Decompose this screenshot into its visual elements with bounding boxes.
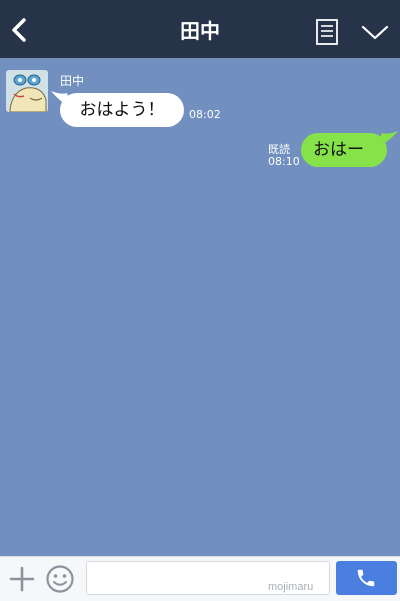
notes-button[interactable]	[313, 18, 341, 46]
cartoon-avatar-icon	[6, 70, 48, 112]
chevron-down-icon	[361, 25, 389, 40]
message-composer: mojimaru	[0, 556, 400, 601]
header-dropdown-button[interactable]	[360, 22, 390, 44]
sender-name: 田中	[60, 74, 85, 88]
outgoing-message-bubble[interactable]: おはー	[301, 133, 387, 167]
call-button[interactable]	[336, 561, 397, 595]
outgoing-message-time: 08:10	[268, 155, 300, 168]
incoming-message-time: 08:02	[189, 108, 221, 121]
incoming-message-bubble[interactable]: おはよう！	[60, 93, 184, 127]
message-input[interactable]	[86, 561, 330, 595]
phone-icon	[357, 569, 375, 587]
emoji-icon	[46, 565, 74, 593]
plus-icon	[9, 566, 35, 592]
emoji-button[interactable]	[45, 564, 75, 594]
chat-header: 田中	[0, 0, 400, 58]
avatar[interactable]	[6, 70, 48, 112]
back-button[interactable]	[6, 14, 32, 46]
chevron-left-icon	[12, 18, 26, 42]
notes-icon	[316, 19, 338, 45]
add-attachment-button[interactable]	[9, 566, 35, 592]
